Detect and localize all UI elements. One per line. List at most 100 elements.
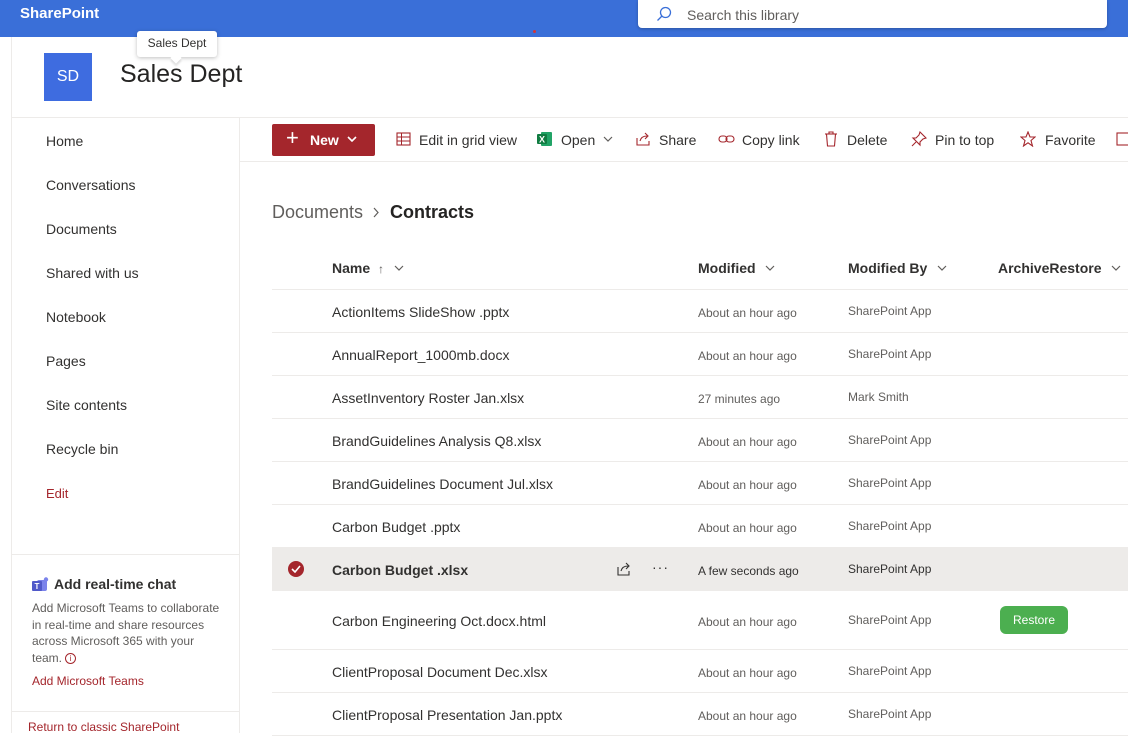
file-name[interactable]: ClientProposal Document Dec.xlsx (332, 664, 548, 680)
notification-dot (533, 30, 536, 33)
table-row[interactable]: AssetInventory Roster Jan.xlsx 27 minute… (272, 376, 1128, 419)
modified-cell: 27 minutes ago (698, 392, 781, 406)
chevron-down-icon (937, 265, 947, 271)
new-button-label: New (310, 132, 339, 148)
divider (12, 711, 239, 712)
modified-cell: About an hour ago (698, 435, 797, 449)
chevron-down-icon (1111, 265, 1121, 271)
file-name[interactable]: Carbon Engineering Oct.docx.html (332, 613, 546, 629)
more-options-icon[interactable]: ··· (652, 559, 669, 575)
modified-by-cell[interactable]: SharePoint App (848, 433, 931, 447)
teams-icon: T (32, 577, 49, 591)
row-selected-check-icon[interactable] (288, 561, 304, 577)
return-classic-link[interactable]: Return to classic SharePoint (28, 720, 179, 734)
app-name[interactable]: SharePoint (20, 5, 99, 22)
column-modified-label: Modified (698, 260, 756, 276)
restore-button[interactable]: Restore (1000, 606, 1068, 634)
favorite-label: Favorite (1045, 132, 1096, 148)
modified-cell: About an hour ago (698, 349, 797, 363)
edit-grid-label: Edit in grid view (419, 132, 518, 148)
nav-item-conversations[interactable]: Conversations (46, 177, 136, 193)
chat-promo-title: T Add real-time chat (32, 576, 222, 596)
modified-by-cell[interactable]: SharePoint App (848, 613, 931, 627)
column-name-label: Name (332, 260, 371, 276)
modified-cell: About an hour ago (698, 306, 797, 320)
share-label: Share (659, 132, 697, 148)
table-row[interactable]: AnnualReport_1000mb.docx About an hour a… (272, 333, 1128, 376)
modified-cell: A few seconds ago (698, 564, 799, 578)
file-name[interactable]: AssetInventory Roster Jan.xlsx (332, 390, 524, 406)
star-icon (1020, 131, 1036, 147)
column-header-archive-restore[interactable]: ArchiveRestore (998, 260, 1121, 276)
file-name[interactable]: BrandGuidelines Analysis Q8.xlsx (332, 433, 541, 449)
file-name[interactable]: Carbon Budget .pptx (332, 519, 460, 535)
nav-item-shared-with-us[interactable]: Shared with us (46, 265, 139, 281)
breadcrumb-current: Contracts (390, 202, 475, 222)
table-row[interactable]: ClientProposal Presentation Jan.pptx Abo… (272, 693, 1128, 736)
modified-cell: About an hour ago (698, 615, 797, 629)
open-external-icon (1116, 132, 1128, 146)
chevron-down-icon (347, 136, 357, 142)
modified-cell: About an hour ago (698, 478, 797, 492)
file-name[interactable]: ClientProposal Presentation Jan.pptx (332, 707, 562, 723)
table-row[interactable]: Carbon Engineering Oct.docx.html About a… (272, 591, 1128, 650)
command-bar: + New Edit in grid view X Open Share Cop… (240, 118, 1128, 162)
column-header-modified[interactable]: Modified (698, 260, 775, 276)
site-title[interactable]: Sales Dept (120, 60, 242, 89)
new-button[interactable]: + New (272, 124, 375, 156)
site-navigation: Home Conversations Documents Shared with… (12, 118, 240, 734)
share-icon (636, 132, 650, 146)
excel-icon: X (537, 132, 552, 146)
app-rail (0, 37, 12, 733)
file-name[interactable]: AnnualReport_1000mb.docx (332, 347, 509, 363)
open-label: Open (561, 132, 596, 148)
nav-edit-link[interactable]: Edit (46, 486, 68, 501)
file-name[interactable]: BrandGuidelines Document Jul.xlsx (332, 476, 553, 492)
pin-icon (911, 131, 927, 147)
add-teams-link[interactable]: Add Microsoft Teams (32, 674, 222, 688)
grid-icon (396, 132, 411, 146)
pin-label: Pin to top (935, 132, 995, 148)
share-icon[interactable] (616, 561, 632, 577)
column-archive-label: ArchiveRestore (998, 260, 1102, 276)
file-name[interactable]: Carbon Budget .xlsx (332, 562, 468, 578)
modified-cell: About an hour ago (698, 709, 797, 723)
site-logo[interactable]: SD (44, 53, 92, 101)
sort-ascending-icon: ↑ (378, 262, 385, 276)
nav-item-notebook[interactable]: Notebook (46, 309, 106, 325)
trash-icon (825, 131, 837, 147)
table-row[interactable]: Carbon Budget .pptx About an hour ago Sh… (272, 505, 1128, 548)
nav-item-documents[interactable]: Documents (46, 221, 117, 237)
chevron-down-icon (603, 136, 613, 142)
nav-item-home[interactable]: Home (46, 133, 83, 149)
nav-item-pages[interactable]: Pages (46, 353, 86, 369)
column-header-name[interactable]: Name ↑ (332, 260, 404, 276)
file-name[interactable]: ActionItems SlideShow .pptx (332, 304, 509, 320)
modified-by-cell[interactable]: SharePoint App (848, 304, 931, 318)
modified-cell: About an hour ago (698, 666, 797, 680)
table-row[interactable]: ActionItems SlideShow .pptx About an hou… (272, 290, 1128, 333)
modified-by-cell[interactable]: SharePoint App (848, 476, 931, 490)
chevron-down-icon (394, 265, 404, 271)
nav-item-site-contents[interactable]: Site contents (46, 397, 127, 413)
modified-cell: About an hour ago (698, 521, 797, 535)
column-header-modified-by[interactable]: Modified By (848, 260, 947, 276)
modified-by-cell[interactable]: SharePoint App (848, 707, 931, 721)
info-icon[interactable]: i (65, 652, 77, 664)
table-row[interactable]: BrandGuidelines Document Jul.xlsx About … (272, 462, 1128, 505)
chat-promo-text: Add Microsoft Teams to collaborate in re… (32, 601, 220, 665)
breadcrumb-documents[interactable]: Documents (272, 202, 363, 223)
table-row-selected[interactable]: Carbon Budget .xlsx ··· A few seconds ag… (272, 548, 1128, 591)
modified-by-cell[interactable]: Mark Smith (848, 390, 909, 404)
modified-by-cell[interactable]: SharePoint App (848, 664, 931, 678)
table-row[interactable]: ClientProposal Document Dec.xlsx About a… (272, 650, 1128, 693)
modified-by-cell[interactable]: SharePoint App (848, 347, 931, 361)
search-input[interactable]: Search this library (687, 7, 799, 23)
modified-by-cell[interactable]: SharePoint App (848, 519, 931, 533)
table-row[interactable]: BrandGuidelines Analysis Q8.xlsx About a… (272, 419, 1128, 462)
search-box[interactable]: Search this library (638, 0, 1107, 28)
modified-by-cell[interactable]: SharePoint App (848, 562, 931, 576)
nav-item-recycle-bin[interactable]: Recycle bin (46, 441, 118, 457)
svg-text:X: X (539, 135, 545, 145)
search-icon (657, 6, 672, 21)
